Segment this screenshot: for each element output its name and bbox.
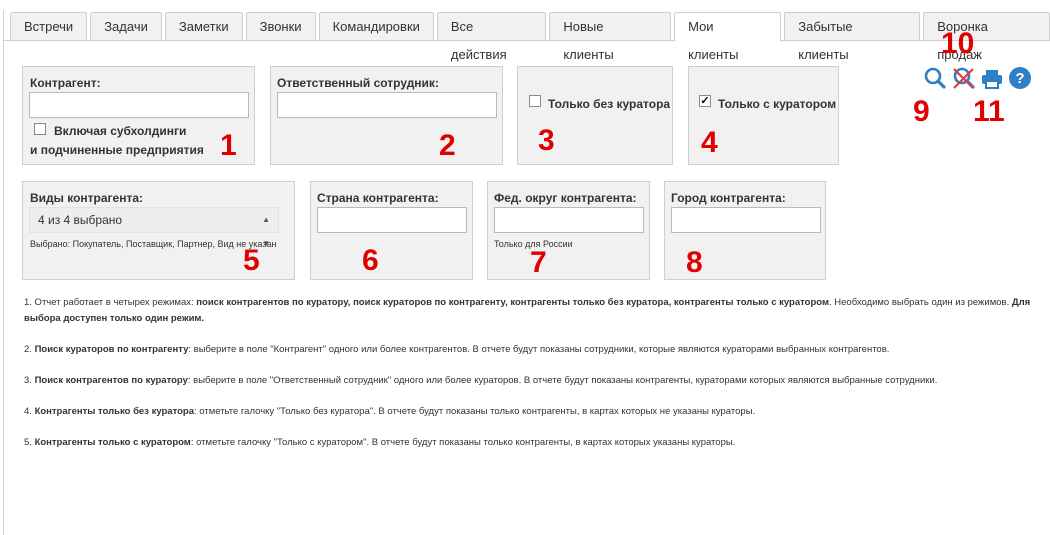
annotation-5: 5 bbox=[243, 244, 260, 277]
tab-all-actions[interactable]: Все действия bbox=[436, 12, 547, 62]
note-5: 5. Контрагенты только с куратором: отмет… bbox=[24, 437, 736, 448]
fed-district-filter: Фед. округ контрагента: Только для Росси… bbox=[487, 181, 650, 280]
note-2: 2. Поиск кураторов по контрагенту: выбер… bbox=[24, 344, 890, 355]
annotation-2: 2 bbox=[439, 129, 456, 162]
help-icon[interactable]: ? bbox=[1007, 66, 1033, 92]
annotation-11: 11 bbox=[973, 95, 1005, 128]
city-label: Город контрагента: bbox=[671, 191, 786, 205]
without-curator-label: Только без куратора bbox=[548, 97, 671, 111]
counterparty-types-value: 4 из 4 выбрано bbox=[38, 213, 123, 227]
annotation-4: 4 bbox=[701, 126, 718, 159]
counterparty-input[interactable] bbox=[29, 92, 249, 118]
city-input[interactable] bbox=[671, 207, 821, 233]
help-notes: 1. Отчет работает в четырех режимах: пои… bbox=[24, 295, 1034, 466]
tab-bar: Встречи Задачи Заметки Звонки Командиров… bbox=[10, 12, 1050, 62]
responsible-filter: Ответственный сотрудник: bbox=[270, 66, 503, 165]
report-toolbar: ? bbox=[922, 66, 1034, 92]
include-subholdings-label: Включая субхолдинги bbox=[54, 124, 187, 138]
annotation-7: 7 bbox=[530, 246, 547, 279]
tab-meetings[interactable]: Встречи bbox=[10, 12, 88, 40]
tab-divider bbox=[3, 40, 1050, 41]
include-subsidiaries-label: и подчиненные предприятия bbox=[30, 143, 204, 157]
without-curator-checkbox[interactable] bbox=[529, 95, 541, 107]
tab-business-trips[interactable]: Командировки bbox=[318, 12, 434, 40]
annotation-8: 8 bbox=[686, 246, 703, 279]
annotation-10: 10 bbox=[941, 27, 975, 60]
note-3: 3. Поиск контрагентов по куратору: выбер… bbox=[24, 375, 938, 386]
note-1: 1. Отчет работает в четырех режимах: пои… bbox=[24, 297, 1031, 324]
responsible-input[interactable] bbox=[277, 92, 497, 118]
counterparty-types-hint: Выбрано: Покупатель, Поставщик, Партнер,… bbox=[30, 239, 277, 249]
tab-new-clients[interactable]: Новые клиенты bbox=[549, 12, 672, 62]
country-label: Страна контрагента: bbox=[317, 191, 439, 205]
tab-tasks[interactable]: Задачи bbox=[90, 12, 162, 40]
annotation-1: 1 bbox=[220, 129, 237, 162]
search-icon[interactable] bbox=[922, 66, 948, 92]
tab-forgotten-clients[interactable]: Забытые клиенты bbox=[784, 12, 921, 62]
tab-calls[interactable]: Звонки bbox=[245, 12, 316, 40]
country-filter: Страна контрагента: bbox=[310, 181, 473, 280]
svg-text:?: ? bbox=[1015, 70, 1024, 87]
clear-filter-icon[interactable] bbox=[951, 66, 977, 92]
counterparty-types-select[interactable]: 4 из 4 выбрано ▲ ▼ bbox=[29, 207, 279, 248]
country-input[interactable] bbox=[317, 207, 467, 233]
fed-district-input[interactable] bbox=[494, 207, 644, 233]
with-curator-checkbox[interactable]: ✓ bbox=[699, 95, 711, 107]
tab-notes[interactable]: Заметки bbox=[164, 12, 243, 40]
include-subholdings-checkbox[interactable] bbox=[34, 123, 46, 135]
responsible-label: Ответственный сотрудник: bbox=[277, 76, 439, 90]
print-icon[interactable] bbox=[979, 66, 1005, 92]
counterparty-types-label: Виды контрагента: bbox=[30, 191, 144, 205]
counterparty-label: Контрагент: bbox=[30, 76, 101, 90]
note-4: 4. Контрагенты только без куратора: отме… bbox=[24, 406, 756, 417]
annotation-9: 9 bbox=[913, 95, 930, 128]
annotation-6: 6 bbox=[362, 244, 379, 277]
with-curator-label: Только с куратором bbox=[718, 97, 837, 111]
annotation-3: 3 bbox=[538, 124, 555, 157]
fed-district-label: Фед. округ контрагента: bbox=[494, 191, 637, 205]
tab-my-clients[interactable]: Мои клиенты bbox=[674, 12, 782, 62]
